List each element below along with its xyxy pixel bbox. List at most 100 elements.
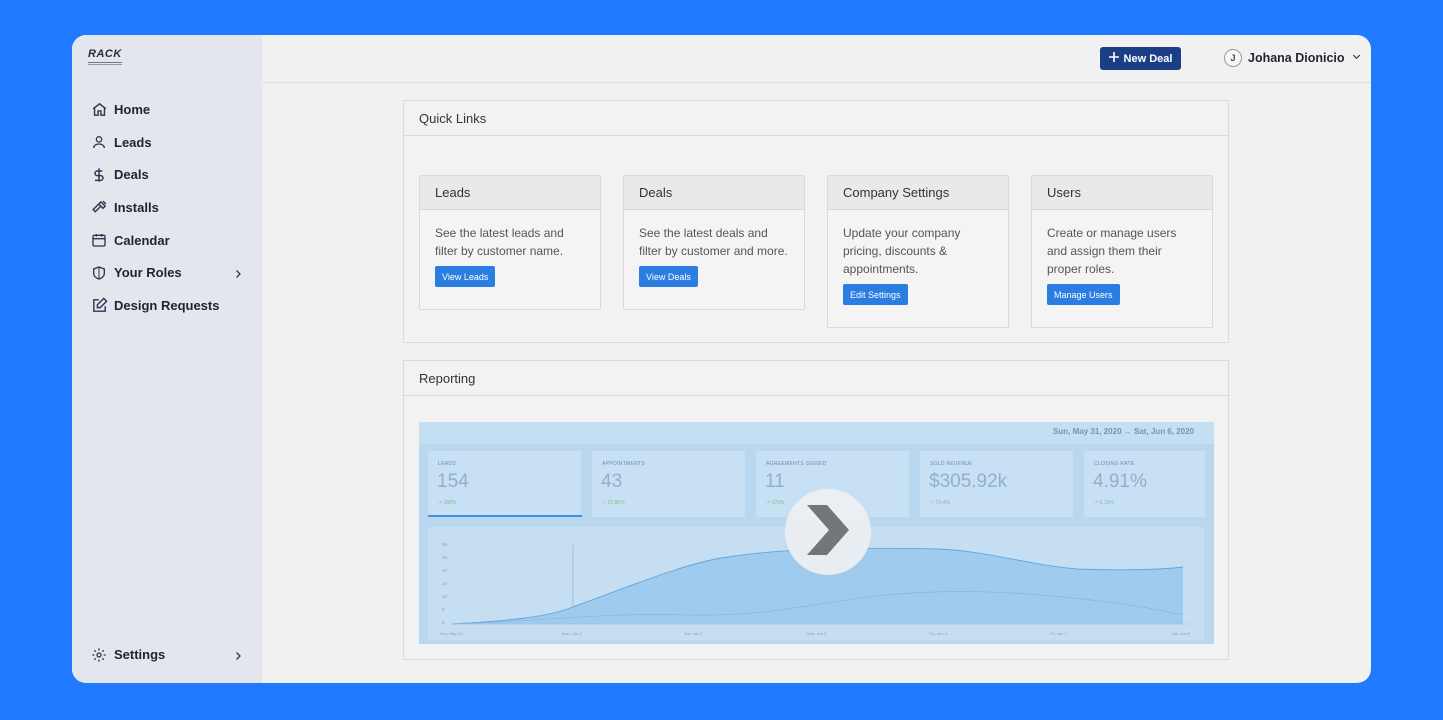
sidebar-item-deals[interactable]: Deals xyxy=(72,158,262,191)
y-tick-label: 10 xyxy=(442,594,448,599)
sidebar-item-settings[interactable]: Settings xyxy=(72,638,262,671)
stat-value: 154 xyxy=(437,471,469,492)
user-icon xyxy=(90,133,108,151)
sidebar-settings-section: Settings xyxy=(72,638,262,671)
sidebar-item-your-roles[interactable]: Your Roles xyxy=(72,256,262,289)
stat-label: CLOSING RATE xyxy=(1094,461,1135,467)
logo-underline xyxy=(88,62,122,65)
view-deals-button[interactable]: View Deals xyxy=(639,266,698,287)
play-button[interactable] xyxy=(785,489,871,575)
app-window: RACK Home Leads Deals Installs Calendar … xyxy=(72,35,1371,683)
reporting-title: Reporting xyxy=(404,361,1228,396)
sidebar-item-home[interactable]: Home xyxy=(72,93,262,126)
new-deal-label: New Deal xyxy=(1123,52,1173,65)
sidebar: RACK Home Leads Deals Installs Calendar … xyxy=(72,35,262,683)
y-tick-label: 20 xyxy=(442,568,448,573)
sidebar-item-leads[interactable]: Leads xyxy=(72,126,262,159)
selected-stat-indicator xyxy=(428,515,582,517)
x-axis-labels: Sun, May 31 Mon, Jun 1 Tue, Jun 2 Wed, J… xyxy=(440,631,1191,636)
sidebar-item-label: Installs xyxy=(114,199,159,215)
quick-links-panel: Quick Links Leads See the latest leads a… xyxy=(403,100,1229,343)
stat-change: ↗ 175% xyxy=(766,500,785,506)
y-tick-label: 25 xyxy=(442,555,448,560)
x-tick-label: Wed, Jun 3 xyxy=(806,631,827,636)
logo-text: RACK xyxy=(88,48,122,60)
sidebar-item-calendar[interactable]: Calendar xyxy=(72,224,262,257)
reporting-panel: Reporting Sun, May 31, 2020 → Sat, Jun 6… xyxy=(403,360,1229,660)
gear-icon xyxy=(90,646,108,664)
sidebar-item-label: Design Requests xyxy=(114,297,220,313)
stat-value: 43 xyxy=(601,471,623,492)
quick-link-card-leads: Leads See the latest leads and filter by… xyxy=(419,175,601,310)
user-menu[interactable]: J Johana Dionicio xyxy=(1224,49,1362,67)
hammer-icon xyxy=(90,198,108,216)
play-icon xyxy=(805,504,851,561)
stat-value: 4.91% xyxy=(1093,471,1147,492)
plus-icon xyxy=(1108,52,1119,65)
user-name: Johana Dionicio xyxy=(1248,51,1345,65)
quick-link-card-users: Users Create or manage users and assign … xyxy=(1031,175,1213,328)
stat-change: ↗ 22.86% xyxy=(602,500,625,506)
sidebar-item-design-requests[interactable]: Design Requests xyxy=(72,289,262,322)
reporting-video-preview[interactable]: Sun, May 31, 2020 → Sat, Jun 6, 2020 LEA… xyxy=(419,422,1214,644)
sidebar-item-label: Your Roles xyxy=(114,265,182,281)
quick-links-title: Quick Links xyxy=(404,101,1228,136)
quick-link-title: Leads xyxy=(420,176,600,210)
calendar-icon xyxy=(90,231,108,249)
video-stat-card: CLOSING RATE 4.91% ↗ 6.15% xyxy=(1084,451,1205,517)
x-tick-label: Fri, Jun 5 xyxy=(1050,631,1067,636)
chevron-down-icon xyxy=(1351,49,1362,67)
quick-link-description: Update your company pricing, discounts &… xyxy=(843,226,961,276)
shield-icon xyxy=(90,264,108,282)
video-stat-card: SOLD REVENUE $305.92k ↗ 70.4% xyxy=(920,451,1073,517)
x-tick-label: Sun, May 31 xyxy=(440,631,463,636)
home-icon xyxy=(90,100,108,118)
chevron-right-icon xyxy=(232,649,244,661)
quick-link-description: See the latest deals and filter by custo… xyxy=(639,226,788,258)
video-dashboard-header: Sun, May 31, 2020 → Sat, Jun 6, 2020 xyxy=(419,422,1214,444)
x-tick-label: Tue, Jun 2 xyxy=(684,631,704,636)
view-leads-button[interactable]: View Leads xyxy=(435,266,496,287)
quick-link-title: Users xyxy=(1032,176,1212,210)
sidebar-item-label: Settings xyxy=(114,647,166,663)
video-date-range: Sun, May 31, 2020 → Sat, Jun 6, 2020 xyxy=(1053,427,1194,436)
new-deal-button[interactable]: New Deal xyxy=(1100,47,1181,70)
y-tick-label: 30 xyxy=(442,542,448,547)
sidebar-item-installs[interactable]: Installs xyxy=(72,191,262,224)
sidebar-item-label: Deals xyxy=(114,167,149,183)
quick-link-card-deals: Deals See the latest deals and filter by… xyxy=(623,175,805,310)
y-axis-labels: 30 25 20 15 10 5 0 xyxy=(442,542,448,625)
stat-value: 11 xyxy=(765,471,785,492)
video-stat-card: APPOINTMENTS 43 ↗ 22.86% xyxy=(592,451,745,517)
quick-link-title: Company Settings xyxy=(828,176,1008,210)
edit-icon xyxy=(90,296,108,314)
sidebar-nav: Home Leads Deals Installs Calendar Your … xyxy=(72,93,262,322)
sidebar-item-label: Leads xyxy=(114,134,152,150)
stat-change: ↗ 70.4% xyxy=(930,500,950,506)
stat-value: $305.92k xyxy=(929,471,1008,492)
quick-link-description: See the latest leads and filter by custo… xyxy=(435,226,564,258)
stat-change: ↗ 6.15% xyxy=(1094,500,1114,506)
x-tick-label: Thu, Jun 4 xyxy=(928,631,948,636)
brand-logo[interactable]: RACK xyxy=(88,49,126,71)
quick-link-description: Create or manage users and assign them t… xyxy=(1047,226,1177,276)
x-tick-label: Mon, Jun 1 xyxy=(562,631,583,636)
sidebar-item-label: Home xyxy=(114,101,151,117)
avatar: J xyxy=(1224,49,1242,67)
stat-change: ↗ 288% xyxy=(438,500,457,506)
edit-settings-button[interactable]: Edit Settings xyxy=(843,284,908,305)
stat-label: APPOINTMENTS xyxy=(602,461,646,467)
x-tick-label: Sat, Jun 6 xyxy=(1172,631,1191,636)
main-content: New Deal J Johana Dionicio Quick Links L… xyxy=(262,35,1371,683)
manage-users-button[interactable]: Manage Users xyxy=(1047,284,1120,305)
dollar-icon xyxy=(90,166,108,184)
quick-link-card-company-settings: Company Settings Update your company pri… xyxy=(827,175,1009,328)
top-bar: New Deal J Johana Dionicio xyxy=(262,35,1371,83)
stat-label: SOLD REVENUE xyxy=(930,461,973,467)
y-tick-label: 0 xyxy=(442,620,445,625)
sidebar-item-label: Calendar xyxy=(114,232,170,248)
stat-label: LEADS xyxy=(438,461,456,467)
quick-link-title: Deals xyxy=(624,176,804,210)
stat-label: AGREEMENTS SIGNED xyxy=(766,461,827,467)
y-tick-label: 15 xyxy=(442,581,448,586)
